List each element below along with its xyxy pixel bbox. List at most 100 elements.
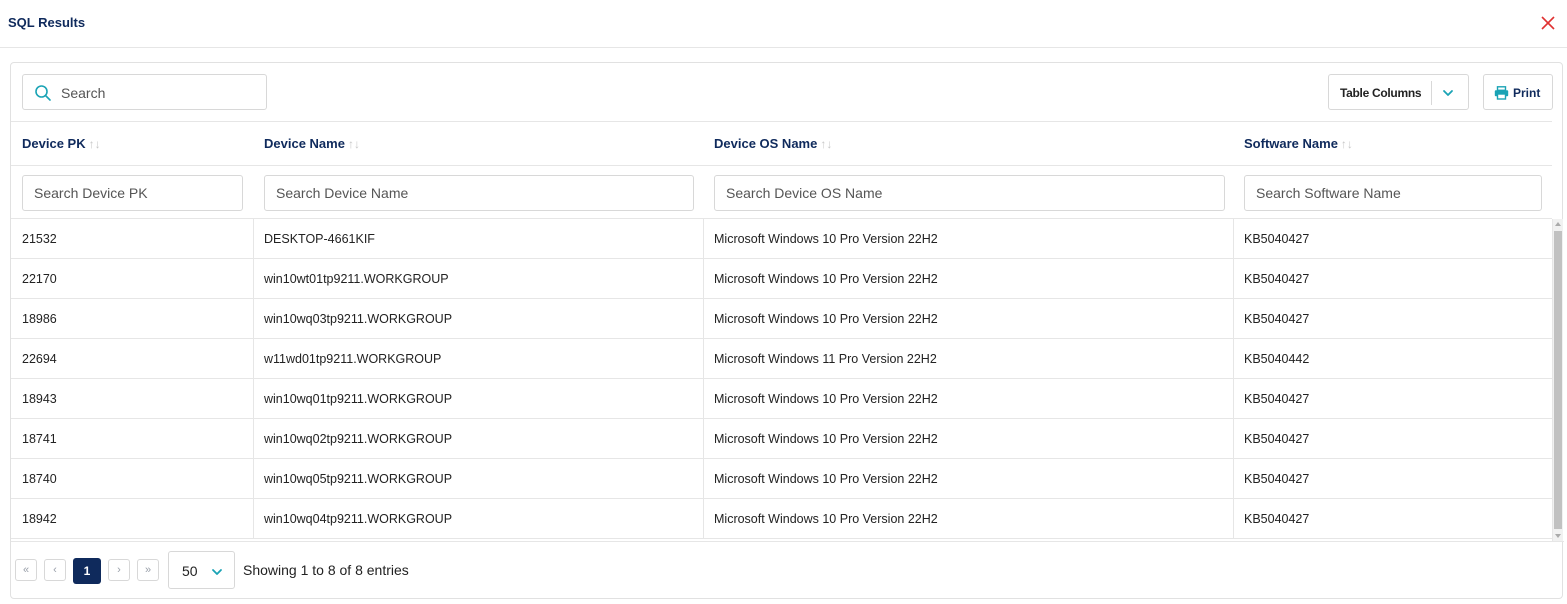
cell-device-name: w11wd01tp9211.WORKGROUP [264, 352, 442, 366]
column-divider [253, 219, 254, 259]
close-icon [1541, 16, 1555, 30]
table-row[interactable]: 18942 win10wq04tp9211.WORKGROUP Microsof… [11, 499, 1552, 539]
results-panel: Table Columns Print Device PK↑↓ Device N… [10, 62, 1564, 599]
printer-icon [1494, 86, 1509, 100]
column-header-device-name[interactable]: Device Name ↑↓ [264, 136, 360, 151]
modal-header: SQL Results [0, 0, 1567, 48]
cell-device-pk: 22170 [22, 272, 57, 286]
dropdown-divider [1431, 81, 1432, 105]
cell-device-os-name: Microsoft Windows 11 Pro Version 22H2 [714, 352, 937, 366]
page-button-current[interactable]: 1 [73, 558, 101, 584]
cell-device-name: win10wt01tp9211.WORKGROUP [264, 272, 449, 286]
sort-icon[interactable]: ↑↓ [820, 137, 832, 151]
table-columns-label: Table Columns [1340, 86, 1422, 100]
cell-software-name: KB5040427 [1244, 512, 1310, 526]
cell-software-name: KB5040427 [1244, 432, 1310, 446]
column-divider [703, 219, 704, 259]
column-divider [253, 499, 254, 539]
column-divider [253, 419, 254, 459]
search-icon [35, 85, 51, 101]
modal-title: SQL Results [8, 15, 86, 30]
cell-device-os-name: Microsoft Windows 10 Pro Version 22H2 [714, 472, 938, 486]
table-body: 21532 DESKTOP-4661KIF Microsoft Windows … [11, 219, 1552, 541]
cell-device-name: win10wq04tp9211.WORKGROUP [264, 512, 453, 526]
page-size-select[interactable]: 50 [168, 551, 235, 589]
column-divider [253, 259, 254, 299]
cell-software-name: KB5040427 [1244, 232, 1310, 246]
sort-icon[interactable]: ↑↓ [1341, 137, 1353, 151]
column-divider [1233, 419, 1234, 459]
table-header-row: Device PK ↑↓ Device Name ↑↓ Device OS Name… [11, 122, 1552, 166]
table-row[interactable]: 22170 win10wt01tp9211.WORKGROUP Microsof… [11, 259, 1552, 299]
filter-software-name-input[interactable] [1244, 175, 1542, 211]
column-divider [703, 299, 704, 339]
close-button[interactable] [1537, 12, 1559, 34]
table-row[interactable]: 21532 DESKTOP-4661KIF Microsoft Windows … [11, 219, 1552, 259]
cell-device-os-name: Microsoft Windows 10 Pro Version 22H2 [714, 272, 938, 286]
sort-icon[interactable]: ↑↓ [89, 137, 101, 151]
column-divider [703, 419, 704, 459]
entries-info: Showing 1 to 8 of 8 entries [243, 562, 409, 578]
cell-device-os-name: Microsoft Windows 10 Pro Version 22H2 [714, 312, 938, 326]
scroll-up-arrow-icon[interactable] [1555, 222, 1561, 226]
column-divider [703, 499, 704, 539]
chevron-down-icon [212, 569, 222, 575]
table-row[interactable]: 18741 win10wq02tp9211.WORKGROUP Microsof… [11, 419, 1552, 459]
column-divider [1233, 459, 1234, 499]
column-divider [703, 339, 704, 379]
cell-device-name: win10wq02tp9211.WORKGROUP [264, 432, 453, 446]
column-divider [253, 299, 254, 339]
scroll-thumb[interactable] [1554, 231, 1562, 529]
table-row[interactable]: 18943 win10wq01tp9211.WORKGROUP Microsof… [11, 379, 1552, 419]
column-divider [703, 259, 704, 299]
global-search[interactable] [22, 74, 267, 110]
table-row[interactable]: 22694 w11wd01tp9211.WORKGROUP Microsoft … [11, 339, 1552, 379]
cell-software-name: KB5040427 [1244, 312, 1310, 326]
table-columns-dropdown[interactable]: Table Columns [1328, 74, 1469, 110]
column-header-label: Device PK [22, 136, 86, 151]
table-filter-row [11, 166, 1552, 219]
column-header-label: Device OS Name [714, 136, 818, 151]
first-page-button[interactable]: « [15, 559, 37, 581]
table-scrollbar[interactable] [1552, 219, 1563, 541]
scroll-down-arrow-icon[interactable] [1555, 534, 1561, 538]
column-divider [253, 339, 254, 379]
filter-device-pk-input[interactable] [22, 175, 243, 211]
last-page-button[interactable]: » [137, 559, 159, 581]
cell-software-name: KB5040427 [1244, 272, 1310, 286]
cell-device-os-name: Microsoft Windows 10 Pro Version 22H2 [714, 232, 938, 246]
page-size-value: 50 [182, 563, 198, 579]
print-button[interactable]: Print [1483, 74, 1553, 110]
column-divider [1233, 219, 1234, 259]
column-header-software-name[interactable]: Software Name ↑↓ [1244, 136, 1353, 151]
next-page-button[interactable]: › [108, 559, 130, 581]
filter-device-os-name-input[interactable] [714, 175, 1225, 211]
column-divider [703, 379, 704, 419]
column-divider [1233, 259, 1234, 299]
column-header-device-pk[interactable]: Device PK ↑↓ [22, 136, 101, 151]
search-input[interactable] [61, 82, 256, 104]
column-header-label: Device Name [264, 136, 345, 151]
column-header-device-os-name[interactable]: Device OS Name ↑↓ [714, 136, 832, 151]
column-divider [703, 459, 704, 499]
chevron-down-icon[interactable] [1441, 86, 1455, 100]
cell-device-os-name: Microsoft Windows 10 Pro Version 22H2 [714, 512, 938, 526]
previous-page-button[interactable]: ‹ [44, 559, 66, 581]
column-divider [1233, 339, 1234, 379]
cell-device-pk: 22694 [22, 352, 57, 366]
filter-device-name-input[interactable] [264, 175, 694, 211]
column-divider [253, 379, 254, 419]
cell-device-pk: 21532 [22, 232, 57, 246]
column-divider [1233, 379, 1234, 419]
cell-software-name: KB5040427 [1244, 392, 1310, 406]
table-row[interactable]: 18986 win10wq03tp9211.WORKGROUP Microsof… [11, 299, 1552, 339]
cell-device-pk: 18986 [22, 312, 57, 326]
column-header-label: Software Name [1244, 136, 1338, 151]
table-row[interactable]: 18740 win10wq05tp9211.WORKGROUP Microsof… [11, 459, 1552, 499]
cell-software-name: KB5040442 [1244, 352, 1310, 366]
column-divider [1233, 499, 1234, 539]
cell-device-pk: 18943 [22, 392, 57, 406]
cell-device-pk: 18741 [22, 432, 57, 446]
sort-icon[interactable]: ↑↓ [348, 137, 360, 151]
cell-device-name: win10wq01tp9211.WORKGROUP [264, 392, 453, 406]
